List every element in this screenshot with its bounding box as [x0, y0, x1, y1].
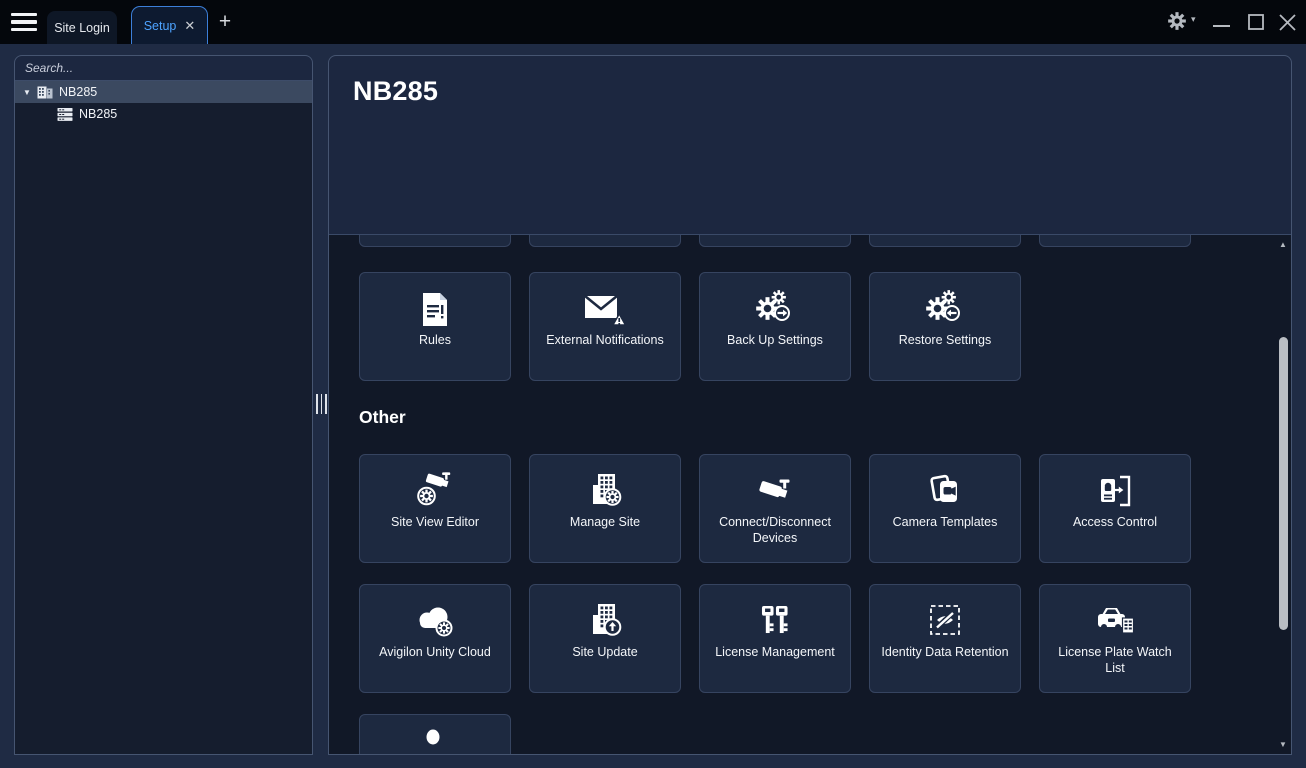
- scroll-down-icon[interactable]: ▼: [1276, 740, 1290, 749]
- section-header-other: Other: [359, 407, 406, 428]
- minimize-icon: [1213, 13, 1230, 31]
- caret-down-icon[interactable]: ▾: [1191, 14, 1196, 25]
- tab-site-login[interactable]: Site Login: [47, 11, 117, 44]
- application-window: Site Login Setup ✕ + ▾: [0, 0, 1306, 768]
- tile-row-other-1: Site View Editor Manage Site: [359, 454, 1191, 563]
- server-icon: [57, 108, 73, 121]
- search-bar: [15, 56, 312, 81]
- access-badge-icon: [1098, 468, 1132, 508]
- hamburger-menu-icon[interactable]: [11, 13, 37, 31]
- maximize-icon: [1248, 14, 1264, 30]
- building-gear-icon: [587, 468, 623, 508]
- gears-backup-icon: [756, 286, 794, 326]
- tree-item-label: NB285: [59, 85, 97, 99]
- tile-label: Site View Editor: [383, 515, 487, 531]
- new-tab-button[interactable]: +: [214, 9, 236, 35]
- tree-expand-icon[interactable]: ▼: [23, 88, 33, 97]
- tile-license-plate-watch-list[interactable]: License Plate Watch List: [1039, 584, 1191, 693]
- email-warning-icon: [584, 286, 626, 326]
- tile-label: Manage Site: [562, 515, 648, 531]
- identity-hidden-icon: [927, 598, 963, 638]
- maximize-button[interactable]: [1241, 0, 1271, 44]
- tile-rules[interactable]: Rules: [359, 272, 511, 381]
- tile-connect-disconnect-devices[interactable]: Connect/Disconnect Devices: [699, 454, 851, 563]
- tab-label: Setup: [144, 19, 177, 33]
- tab-setup[interactable]: Setup ✕: [131, 6, 208, 44]
- tile-row-site: Rules External Notifications: [359, 272, 1021, 381]
- site-building-icon: [37, 86, 53, 99]
- building-update-icon: [587, 598, 623, 638]
- title-bar: Site Login Setup ✕ + ▾: [0, 0, 1306, 44]
- panel-resize-handle[interactable]: [315, 394, 328, 416]
- tile-restore-settings[interactable]: Restore Settings: [869, 272, 1021, 381]
- close-icon: [1279, 14, 1296, 31]
- close-window-button[interactable]: [1272, 0, 1302, 44]
- tile-back-up-settings[interactable]: Back Up Settings: [699, 272, 851, 381]
- tile-identity-data-retention[interactable]: Identity Data Retention: [869, 584, 1021, 693]
- camera-templates-icon: [927, 468, 963, 508]
- tree-item-site-nb285[interactable]: ▼ NB285: [15, 81, 312, 103]
- tile-label: External Notifications: [538, 333, 671, 349]
- tile-label: Avigilon Unity Cloud: [371, 645, 499, 661]
- keys-icon: [759, 598, 791, 638]
- tile-site-view-editor[interactable]: Site View Editor: [359, 454, 511, 563]
- person-icon: [418, 728, 452, 754]
- scrollbar-thumb[interactable]: [1279, 337, 1288, 630]
- tile-label: Connect/Disconnect Devices: [700, 515, 850, 546]
- partial-tile[interactable]: [1039, 234, 1191, 247]
- tile-row-partial-top: [359, 234, 1191, 247]
- setup-panel: NB285: [328, 55, 1292, 755]
- partial-tile[interactable]: [869, 234, 1021, 247]
- car-watchlist-icon: [1095, 598, 1135, 638]
- tile-label: Back Up Settings: [719, 333, 831, 349]
- tile-license-management[interactable]: License Management: [699, 584, 851, 693]
- partial-tile[interactable]: [529, 234, 681, 247]
- tile-users-partial[interactable]: [359, 714, 511, 754]
- page-title: NB285: [353, 76, 438, 107]
- tile-label: Rules: [411, 333, 459, 349]
- tile-label: License Management: [707, 645, 843, 661]
- gears-restore-icon: [926, 286, 964, 326]
- vertical-scrollbar[interactable]: ▲ ▼: [1276, 237, 1290, 752]
- tile-label: Identity Data Retention: [873, 645, 1016, 661]
- search-input[interactable]: [15, 56, 312, 80]
- tile-label: Camera Templates: [885, 515, 1006, 531]
- scroll-up-icon[interactable]: ▲: [1276, 240, 1290, 249]
- tree-item-server-nb285[interactable]: NB285: [15, 103, 312, 125]
- tile-site-update[interactable]: Site Update: [529, 584, 681, 693]
- tile-label: Restore Settings: [891, 333, 999, 349]
- site-tree: ▼ NB285: [15, 81, 312, 754]
- setup-tile-scroll-area: Rules External Notifications: [329, 234, 1291, 754]
- partial-tile[interactable]: [699, 234, 851, 247]
- camera-gear-icon: [416, 468, 454, 508]
- tile-row-other-2: Avigilon Unity Cloud Site Update: [359, 584, 1191, 693]
- tile-label: License Plate Watch List: [1040, 645, 1190, 676]
- tile-label: Access Control: [1065, 515, 1165, 531]
- tile-external-notifications[interactable]: External Notifications: [529, 272, 681, 381]
- tile-manage-site[interactable]: Manage Site: [529, 454, 681, 563]
- document-icon: [420, 286, 450, 326]
- site-tree-panel: ▼ NB285: [14, 55, 313, 755]
- tree-item-label: NB285: [79, 107, 117, 121]
- tile-row-partial-bottom: [359, 714, 511, 754]
- tile-camera-templates[interactable]: Camera Templates: [869, 454, 1021, 563]
- gear-icon: [1168, 12, 1186, 30]
- minimize-button[interactable]: [1206, 0, 1236, 44]
- cloud-gear-icon: [414, 598, 456, 638]
- close-tab-icon[interactable]: ✕: [184, 19, 195, 32]
- tab-label: Site Login: [54, 21, 110, 35]
- tile-label: Site Update: [564, 645, 645, 661]
- camera-icon: [756, 468, 794, 508]
- tile-avigilon-unity-cloud[interactable]: Avigilon Unity Cloud: [359, 584, 511, 693]
- tile-access-control[interactable]: Access Control: [1039, 454, 1191, 563]
- partial-tile[interactable]: [359, 234, 511, 247]
